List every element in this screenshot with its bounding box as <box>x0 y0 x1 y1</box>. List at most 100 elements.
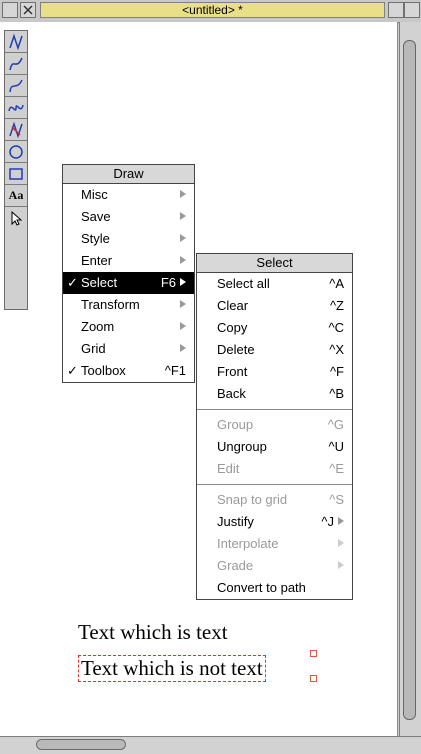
close-icon[interactable] <box>20 2 36 18</box>
rectangle-icon[interactable] <box>5 163 27 185</box>
menu-item-shortcut: ^C <box>328 320 345 335</box>
path-text-object-selected[interactable]: Text which is not text <box>78 655 266 682</box>
text-tool-icon[interactable]: Aa <box>5 185 27 207</box>
menu-item-shortcut: ^F <box>329 364 344 379</box>
iconise-icon[interactable] <box>388 2 404 18</box>
menu-item-label: Grade <box>217 558 254 573</box>
draw-menu-title: Draw <box>63 165 194 184</box>
menu-item-label: Front <box>217 364 248 379</box>
menu-item-label: Misc <box>81 187 108 202</box>
window-title: <untitled> * <box>40 2 385 18</box>
menu-item-shortcut: ^G <box>327 417 344 432</box>
menu-item-snap-to-grid[interactable]: Snap to grid ^S <box>197 489 352 511</box>
menu-item-clear[interactable]: Clear ^Z <box>197 295 352 317</box>
menu-item-label: Style <box>81 231 110 246</box>
menu-item-interpolate[interactable]: Interpolate <box>197 533 352 555</box>
menu-item-label: Grid <box>81 341 106 356</box>
menu-item-select-all[interactable]: Select all ^A <box>197 273 352 295</box>
submenu-arrow-icon <box>180 256 186 264</box>
menu-item-copy[interactable]: Copy ^C <box>197 317 352 339</box>
draw-menu: Draw Misc Save Style Enter ✓ Select F6 Tra… <box>62 164 195 383</box>
menu-item-label: Ungroup <box>217 439 267 454</box>
selection-handle-top[interactable] <box>310 650 317 657</box>
menu-item-style[interactable]: Style <box>63 228 194 250</box>
menu-item-toolbox[interactable]: ✓ Toolbox ^F1 <box>63 360 194 382</box>
menu-item-grade[interactable]: Grade <box>197 555 352 577</box>
submenu-arrow-icon <box>180 212 186 220</box>
horizontal-scroll-thumb[interactable] <box>36 739 126 750</box>
submenu-arrow-icon <box>180 322 186 330</box>
menu-item-label: Select all <box>217 276 270 291</box>
back-icon[interactable] <box>2 2 18 18</box>
menu-item-grid[interactable]: Grid <box>63 338 194 360</box>
text-tool-glyph: Aa <box>8 188 24 202</box>
menu-item-shortcut: F6 <box>160 275 176 290</box>
menu-item-label: Enter <box>81 253 113 268</box>
menu-item-label: Justify <box>217 514 254 529</box>
submenu-arrow-icon <box>180 278 186 286</box>
menu-item-zoom[interactable]: Zoom <box>63 316 194 338</box>
menu-item-shortcut: ^S <box>329 492 344 507</box>
vertical-scroll-thumb[interactable] <box>403 40 416 720</box>
menu-item-label: Convert to path <box>217 580 306 595</box>
text-object[interactable]: Text which is text <box>78 620 228 645</box>
menu-item-label: Select <box>81 275 118 290</box>
toolbox: Aa <box>4 30 28 310</box>
menu-item-justify[interactable]: Justify ^J <box>197 511 352 533</box>
menu-item-front[interactable]: Front ^F <box>197 361 352 383</box>
menu-item-label: Snap to grid <box>217 492 288 507</box>
menu-item-shortcut: ^E <box>329 461 344 476</box>
submenu-arrow-icon <box>338 517 344 525</box>
menu-item-group[interactable]: Group ^G <box>197 414 352 436</box>
submenu-arrow-icon <box>338 561 344 569</box>
path-move-icon[interactable] <box>5 97 27 119</box>
menu-item-shortcut: ^A <box>329 276 344 291</box>
path-closed-icon[interactable] <box>5 119 27 141</box>
selection-handle-bottom[interactable] <box>310 675 317 682</box>
menu-item-label: Delete <box>217 342 255 357</box>
menu-item-label: Clear <box>217 298 249 313</box>
menu-separator <box>197 409 352 410</box>
submenu-arrow-icon <box>180 190 186 198</box>
check-icon: ✓ <box>67 363 78 378</box>
menu-item-label: Edit <box>217 461 240 476</box>
path-line-icon[interactable] <box>5 31 27 53</box>
menu-item-label: Transform <box>81 297 140 312</box>
select-arrow-icon[interactable] <box>5 207 27 229</box>
menu-item-label: Toolbox <box>81 363 126 378</box>
menu-item-convert-to-path[interactable]: Convert to path <box>197 577 352 599</box>
menu-item-label: Group <box>217 417 254 432</box>
menu-item-back[interactable]: Back ^B <box>197 383 352 405</box>
menu-item-label: Back <box>217 386 246 401</box>
ellipse-icon[interactable] <box>5 141 27 163</box>
menu-item-select[interactable]: ✓ Select F6 <box>63 272 194 294</box>
menu-separator <box>197 484 352 485</box>
menu-item-shortcut: ^U <box>328 439 345 454</box>
menu-item-shortcut: ^Z <box>329 298 344 313</box>
menu-item-label: Save <box>81 209 111 224</box>
menu-item-label: Zoom <box>81 319 115 334</box>
menu-item-delete[interactable]: Delete ^X <box>197 339 352 361</box>
menu-item-misc[interactable]: Misc <box>63 184 194 206</box>
path-curve-icon[interactable] <box>5 53 27 75</box>
select-menu-title: Select <box>197 254 352 273</box>
submenu-arrow-icon <box>180 300 186 308</box>
menu-item-shortcut: ^B <box>329 386 344 401</box>
menu-item-shortcut: ^F1 <box>164 363 186 378</box>
menu-item-shortcut: ^J <box>321 514 334 529</box>
menu-item-enter[interactable]: Enter <box>63 250 194 272</box>
menu-item-ungroup[interactable]: Ungroup ^U <box>197 436 352 458</box>
menu-item-edit[interactable]: Edit ^E <box>197 458 352 480</box>
check-icon: ✓ <box>67 275 78 290</box>
menu-item-save[interactable]: Save <box>63 206 194 228</box>
menu-item-transform[interactable]: Transform <box>63 294 194 316</box>
submenu-arrow-icon <box>338 539 344 547</box>
menu-item-shortcut: ^X <box>329 342 344 357</box>
menu-item-label: Copy <box>217 320 248 335</box>
select-menu: Select Select all ^A Clear ^Z Copy ^C Delet… <box>196 253 353 600</box>
menu-item-label: Interpolate <box>217 536 279 551</box>
path-bezier-icon[interactable] <box>5 75 27 97</box>
toggle-size-icon[interactable] <box>404 2 420 18</box>
submenu-arrow-icon <box>180 344 186 352</box>
submenu-arrow-icon <box>180 234 186 242</box>
